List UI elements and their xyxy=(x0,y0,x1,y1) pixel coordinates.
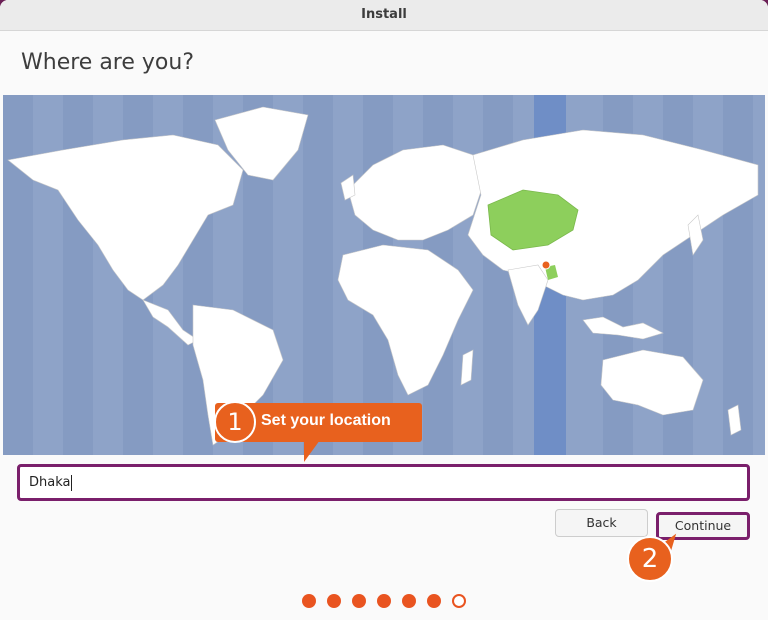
text-caret xyxy=(71,474,73,491)
progress-dot xyxy=(302,594,316,608)
progress-dot xyxy=(327,594,341,608)
step-1-number: 1 xyxy=(214,401,256,443)
page-title: Where are you? xyxy=(21,50,194,75)
progress-dot xyxy=(377,594,391,608)
location-input[interactable]: Dhaka xyxy=(17,464,750,501)
step-1-text: Set your location xyxy=(261,412,391,429)
back-button[interactable]: Back xyxy=(555,509,648,537)
window-title: Install xyxy=(0,0,768,31)
step-2-number: 2 xyxy=(627,536,673,582)
progress-dot xyxy=(352,594,366,608)
installer-window: Install Where are you? 1 Set your locati… xyxy=(0,0,768,620)
progress-dot-current xyxy=(452,594,466,608)
progress-dot xyxy=(427,594,441,608)
progress-dot xyxy=(402,594,416,608)
world-map-graphic xyxy=(3,95,759,455)
step-1-callout: 1 Set your location xyxy=(214,401,422,443)
city-marker xyxy=(541,260,551,270)
location-input-value: Dhaka xyxy=(29,475,71,490)
timezone-map[interactable] xyxy=(3,95,765,455)
